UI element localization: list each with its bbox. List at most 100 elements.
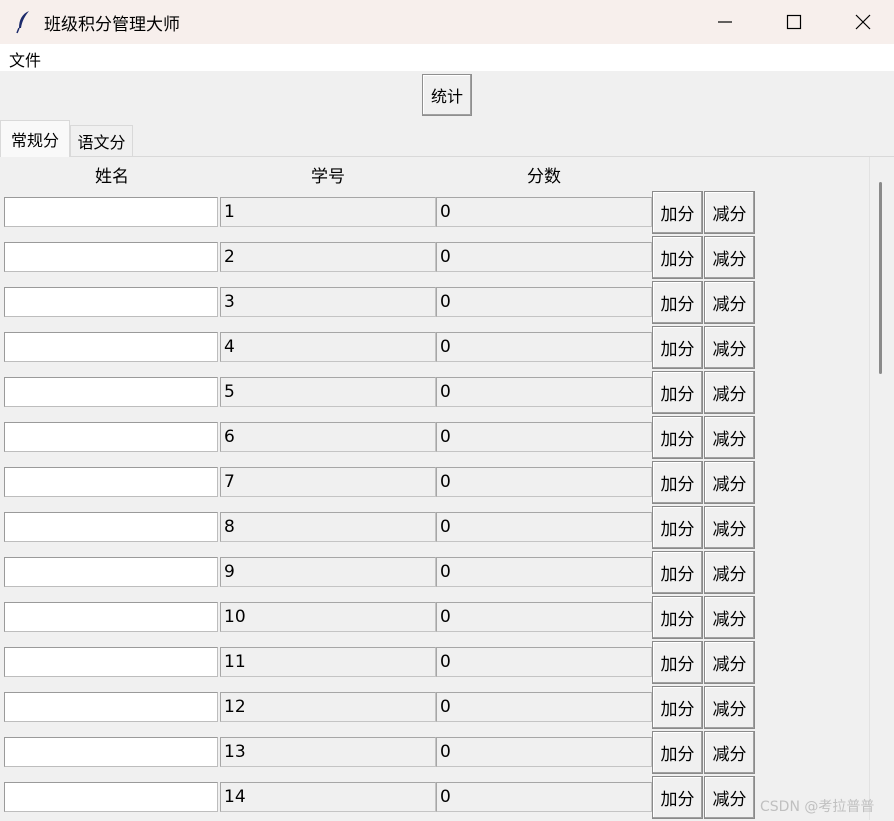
minimize-button[interactable] bbox=[694, 0, 756, 44]
score-field: 0 bbox=[436, 782, 652, 812]
tab-chinese-score[interactable]: 语文分 bbox=[70, 125, 133, 156]
score-field: 0 bbox=[436, 737, 652, 767]
menu-bar: 文件 bbox=[0, 44, 894, 71]
name-input[interactable] bbox=[4, 692, 218, 722]
score-field: 0 bbox=[436, 692, 652, 722]
student-id-field: 6 bbox=[220, 422, 436, 452]
table-row: 7 0 加分 减分 bbox=[0, 461, 760, 506]
add-score-button[interactable]: 加分 bbox=[652, 416, 703, 459]
score-field: 0 bbox=[436, 647, 652, 677]
score-field: 0 bbox=[436, 602, 652, 632]
add-score-button[interactable]: 加分 bbox=[652, 506, 703, 549]
window-title: 班级积分管理大师 bbox=[44, 15, 180, 35]
table-row: 1 0 加分 减分 bbox=[0, 191, 760, 236]
table-row: 8 0 加分 减分 bbox=[0, 506, 760, 551]
table-row: 2 0 加分 减分 bbox=[0, 236, 760, 281]
student-id-field: 13 bbox=[220, 737, 436, 767]
add-score-button[interactable]: 加分 bbox=[652, 236, 703, 279]
scrollbar-thumb[interactable] bbox=[879, 182, 882, 374]
student-id-field: 8 bbox=[220, 512, 436, 542]
student-id-field: 11 bbox=[220, 647, 436, 677]
student-id-field: 3 bbox=[220, 287, 436, 317]
maximize-icon bbox=[786, 14, 802, 30]
subtract-score-button[interactable]: 减分 bbox=[704, 776, 755, 819]
subtract-score-button[interactable]: 减分 bbox=[704, 461, 755, 504]
subtract-score-button[interactable]: 减分 bbox=[704, 506, 755, 549]
stats-button[interactable]: 统计 bbox=[422, 74, 472, 116]
score-field: 0 bbox=[436, 512, 652, 542]
student-id-field: 1 bbox=[220, 197, 436, 227]
score-field: 0 bbox=[436, 242, 652, 272]
column-header-score: 分数 bbox=[527, 167, 561, 187]
name-input[interactable] bbox=[4, 467, 218, 497]
student-id-field: 2 bbox=[220, 242, 436, 272]
score-field: 0 bbox=[436, 332, 652, 362]
name-input[interactable] bbox=[4, 737, 218, 767]
add-score-button[interactable]: 加分 bbox=[652, 371, 703, 414]
name-input[interactable] bbox=[4, 377, 218, 407]
menu-file[interactable]: 文件 bbox=[9, 47, 41, 71]
student-id-field: 14 bbox=[220, 782, 436, 812]
subtract-score-button[interactable]: 减分 bbox=[704, 641, 755, 684]
student-id-field: 7 bbox=[220, 467, 436, 497]
close-icon bbox=[855, 14, 871, 30]
table-row: 12 0 加分 减分 bbox=[0, 686, 760, 731]
student-id-field: 9 bbox=[220, 557, 436, 587]
add-score-button[interactable]: 加分 bbox=[652, 731, 703, 774]
add-score-button[interactable]: 加分 bbox=[652, 551, 703, 594]
subtract-score-button[interactable]: 减分 bbox=[704, 416, 755, 459]
feather-icon bbox=[14, 10, 34, 34]
subtract-score-button[interactable]: 减分 bbox=[704, 686, 755, 729]
name-input[interactable] bbox=[4, 422, 218, 452]
subtract-score-button[interactable]: 减分 bbox=[704, 551, 755, 594]
name-input[interactable] bbox=[4, 287, 218, 317]
add-score-button[interactable]: 加分 bbox=[652, 191, 703, 234]
score-field: 0 bbox=[436, 422, 652, 452]
subtract-score-button[interactable]: 减分 bbox=[704, 596, 755, 639]
table-row: 10 0 加分 减分 bbox=[0, 596, 760, 641]
subtract-score-button[interactable]: 减分 bbox=[704, 236, 755, 279]
add-score-button[interactable]: 加分 bbox=[652, 686, 703, 729]
student-id-field: 4 bbox=[220, 332, 436, 362]
table-row: 11 0 加分 减分 bbox=[0, 641, 760, 686]
student-id-field: 5 bbox=[220, 377, 436, 407]
table-row: 5 0 加分 减分 bbox=[0, 371, 760, 416]
title-bar: 班级积分管理大师 bbox=[0, 0, 894, 44]
add-score-button[interactable]: 加分 bbox=[652, 641, 703, 684]
name-input[interactable] bbox=[4, 242, 218, 272]
subtract-score-button[interactable]: 减分 bbox=[704, 326, 755, 369]
score-field: 0 bbox=[436, 377, 652, 407]
add-score-button[interactable]: 加分 bbox=[652, 776, 703, 819]
watermark: CSDN @考拉普普 bbox=[760, 799, 875, 815]
name-input[interactable] bbox=[4, 557, 218, 587]
add-score-button[interactable]: 加分 bbox=[652, 596, 703, 639]
table-row: 9 0 加分 减分 bbox=[0, 551, 760, 596]
add-score-button[interactable]: 加分 bbox=[652, 461, 703, 504]
subtract-score-button[interactable]: 减分 bbox=[704, 281, 755, 324]
table-row: 3 0 加分 减分 bbox=[0, 281, 760, 326]
name-input[interactable] bbox=[4, 512, 218, 542]
name-input[interactable] bbox=[4, 647, 218, 677]
minimize-icon bbox=[717, 14, 733, 30]
score-field: 0 bbox=[436, 557, 652, 587]
tab-regular-score[interactable]: 常规分 bbox=[0, 120, 70, 157]
column-header-name: 姓名 bbox=[95, 167, 129, 187]
score-field: 0 bbox=[436, 287, 652, 317]
name-input[interactable] bbox=[4, 782, 218, 812]
add-score-button[interactable]: 加分 bbox=[652, 326, 703, 369]
subtract-score-button[interactable]: 减分 bbox=[704, 731, 755, 774]
close-button[interactable] bbox=[832, 0, 894, 44]
table-row: 14 0 加分 减分 bbox=[0, 776, 760, 821]
name-input[interactable] bbox=[4, 602, 218, 632]
subtract-score-button[interactable]: 减分 bbox=[704, 191, 755, 234]
table-row: 13 0 加分 减分 bbox=[0, 731, 760, 776]
name-input[interactable] bbox=[4, 332, 218, 362]
table-row: 6 0 加分 减分 bbox=[0, 416, 760, 461]
student-id-field: 10 bbox=[220, 602, 436, 632]
name-input[interactable] bbox=[4, 197, 218, 227]
subtract-score-button[interactable]: 减分 bbox=[704, 371, 755, 414]
add-score-button[interactable]: 加分 bbox=[652, 281, 703, 324]
maximize-button[interactable] bbox=[763, 0, 825, 44]
column-header-id: 学号 bbox=[311, 167, 345, 187]
score-field: 0 bbox=[436, 467, 652, 497]
